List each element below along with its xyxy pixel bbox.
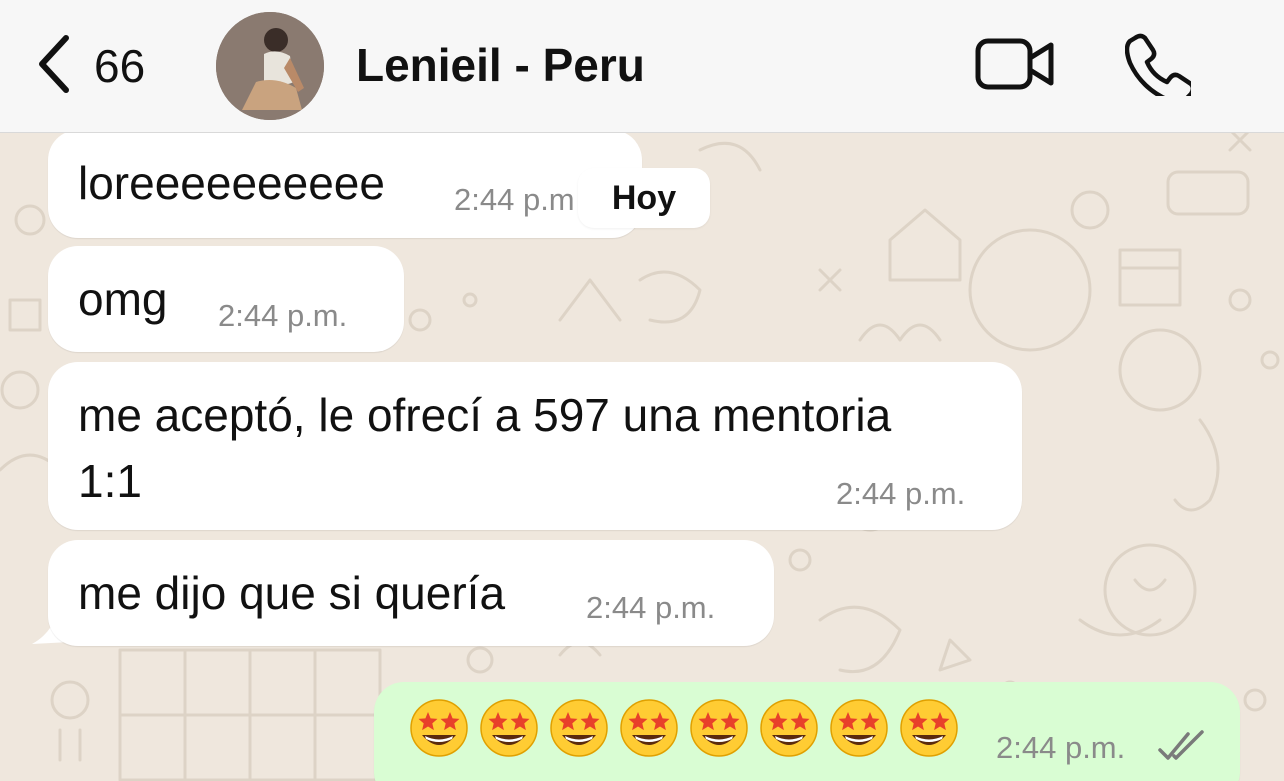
- date-label: Hoy: [611, 178, 677, 217]
- star-struck-emoji-icon: [550, 699, 608, 757]
- back-button[interactable]: 66: [34, 34, 145, 98]
- video-camera-icon: [975, 38, 1055, 96]
- message-text-line-2: 1:1: [78, 455, 142, 507]
- star-struck-emoji-icon: [760, 699, 818, 757]
- message-time: 2:44 p.m.: [836, 476, 966, 511]
- phone-icon: [1124, 33, 1196, 104]
- message-text-line-1: me aceptó, le ofrecí a 597 una mentoria: [78, 389, 892, 441]
- star-struck-emoji-icon: [410, 699, 468, 757]
- message-text: omg: [78, 273, 168, 325]
- star-struck-emoji-icon: [480, 699, 538, 757]
- message-bubble-incoming[interactable]: omg 2:44 p.m.: [48, 246, 404, 352]
- message-text: me dijo que si quería: [78, 567, 506, 619]
- chat-header: 66 Lenieil - Peru: [0, 0, 1284, 133]
- message-bubble-incoming[interactable]: loreeeeeeeeee 2:44 p.m: [48, 130, 642, 238]
- emoji-row: [408, 697, 960, 759]
- message-bubble-incoming[interactable]: me aceptó, le ofrecí a 597 una mentoria …: [48, 362, 1022, 530]
- message-time: 2:44 p.m: [454, 182, 575, 217]
- star-struck-emoji-icon: [690, 699, 748, 757]
- message-text: loreeeeeeeeee: [78, 157, 385, 209]
- contact-name[interactable]: Lenieil - Peru: [356, 38, 645, 92]
- message-time: 2:44 p.m.: [586, 590, 716, 625]
- voice-call-button[interactable]: [1124, 32, 1196, 104]
- message-time: 2:44 p.m.: [996, 730, 1126, 765]
- message-time: 2:44 p.m.: [218, 298, 348, 333]
- star-struck-emoji-icon: [830, 699, 888, 757]
- read-receipt-icon: [1158, 730, 1204, 760]
- message-bubble-incoming[interactable]: me dijo que si quería 2:44 p.m.: [48, 540, 774, 646]
- video-call-button[interactable]: [975, 36, 1055, 97]
- unread-count: 66: [94, 40, 146, 92]
- chevron-left-icon: [34, 34, 72, 99]
- date-separator: Hoy: [578, 168, 710, 228]
- star-struck-emoji-icon: [620, 699, 678, 757]
- star-struck-emoji-icon: [900, 699, 958, 757]
- contact-avatar[interactable]: [216, 12, 324, 120]
